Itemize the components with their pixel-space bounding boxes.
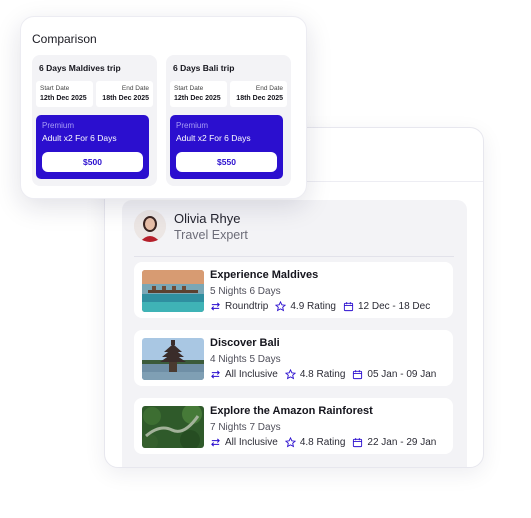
expert-name: Olivia Rhye — [174, 211, 241, 226]
trip-card-maldives[interactable]: 6 Days Maldives trip Start Date 12th Dec… — [32, 55, 157, 186]
bali-temple-image — [142, 338, 204, 380]
calendar-icon — [353, 438, 363, 448]
calendar-icon — [343, 302, 354, 312]
package-card-bali[interactable]: Discover Bali 4 Nights 5 Days All Inclus… — [134, 330, 453, 386]
plan-description: Adult x2 For 6 Days — [176, 133, 251, 143]
comparison-panel: Comparison 6 Days Maldives trip Start Da… — [20, 16, 307, 199]
end-date-box: End Date 18th Dec 2025 — [96, 81, 153, 107]
plan-box: Premium Adult x2 For 6 Days $500 — [36, 115, 149, 179]
amazon-river-image — [142, 406, 204, 448]
comparison-title: Comparison — [32, 32, 97, 46]
start-date-value: 12th Dec 2025 — [40, 95, 87, 102]
package-rating: 4.8 Rating — [299, 369, 346, 380]
divider — [134, 256, 454, 257]
end-date-value: 18th Dec 2025 — [102, 95, 149, 102]
package-type: All Inclusive — [225, 369, 278, 380]
star-icon — [275, 301, 287, 312]
price-button[interactable]: $500 — [42, 152, 143, 172]
end-date-label: End Date — [121, 85, 149, 92]
package-dates: 12 Dec - 18 Dec — [357, 301, 431, 312]
package-duration: 4 Nights 5 Days — [210, 354, 281, 365]
package-duration: 7 Nights 7 Days — [210, 422, 281, 433]
swap-arrows-icon — [211, 438, 220, 447]
start-date-label: Start Date — [40, 85, 70, 92]
expert-profile[interactable]: Olivia Rhye Travel Expert — [134, 210, 454, 252]
package-dates: 05 Jan - 09 Jan — [367, 369, 437, 380]
package-meta: All Inclusive 4.8 Rating 05 Jan - 09 Jan — [210, 369, 443, 380]
package-meta: All Inclusive 4.8 Rating 22 Jan - 29 Jan — [210, 437, 443, 448]
package-dates: 22 Jan - 29 Jan — [367, 437, 437, 448]
start-date-label: Start Date — [174, 85, 204, 92]
plan-description: Adult x2 For 6 Days — [42, 133, 117, 143]
trip-card-bali[interactable]: 6 Days Bali trip Start Date 12th Dec 202… — [166, 55, 291, 186]
end-date-label: End Date — [255, 85, 283, 92]
end-date-value: 18th Dec 2025 — [236, 95, 283, 102]
package-duration: 5 Nights 6 Days — [210, 286, 281, 297]
package-type: Roundtrip — [225, 301, 269, 312]
plan-tier: Premium — [42, 121, 75, 130]
trip-dates: Start Date 12th Dec 2025 End Date 18th D… — [36, 81, 153, 107]
start-date-value: 12th Dec 2025 — [174, 95, 221, 102]
package-type: All Inclusive — [225, 437, 278, 448]
expert-role: Travel Expert — [174, 228, 248, 242]
packages-list-area: Olivia Rhye Travel Expert Experience Mal… — [122, 200, 467, 467]
swap-arrows-icon — [211, 302, 220, 311]
trip-name: 6 Days Maldives trip — [39, 63, 121, 73]
package-title: Experience Maldives — [210, 269, 319, 281]
package-meta: Roundtrip 4.9 Rating 12 Dec - 18 Dec — [210, 301, 437, 312]
plan-tier: Premium — [176, 121, 209, 130]
package-card-maldives[interactable]: Experience Maldives 5 Nights 6 Days Roun… — [134, 262, 453, 318]
start-date-box: Start Date 12th Dec 2025 — [170, 81, 227, 107]
package-rating: 4.8 Rating — [299, 437, 346, 448]
avatar — [134, 210, 166, 242]
package-title: Explore the Amazon Rainforest — [210, 405, 373, 417]
plan-box: Premium Adult x2 For 6 Days $550 — [170, 115, 283, 179]
price-button[interactable]: $550 — [176, 152, 277, 172]
star-icon — [284, 369, 296, 380]
trip-name: 6 Days Bali trip — [173, 63, 235, 73]
star-icon — [284, 437, 296, 448]
start-date-box: Start Date 12th Dec 2025 — [36, 81, 93, 107]
calendar-icon — [353, 370, 363, 380]
maldives-villas-image — [142, 270, 204, 312]
package-card-amazon[interactable]: Explore the Amazon Rainforest 7 Nights 7… — [134, 398, 453, 454]
end-date-box: End Date 18th Dec 2025 — [230, 81, 287, 107]
swap-arrows-icon — [211, 370, 220, 379]
package-title: Discover Bali — [210, 337, 280, 349]
package-rating: 4.9 Rating — [290, 301, 336, 312]
trip-dates: Start Date 12th Dec 2025 End Date 18th D… — [170, 81, 287, 107]
